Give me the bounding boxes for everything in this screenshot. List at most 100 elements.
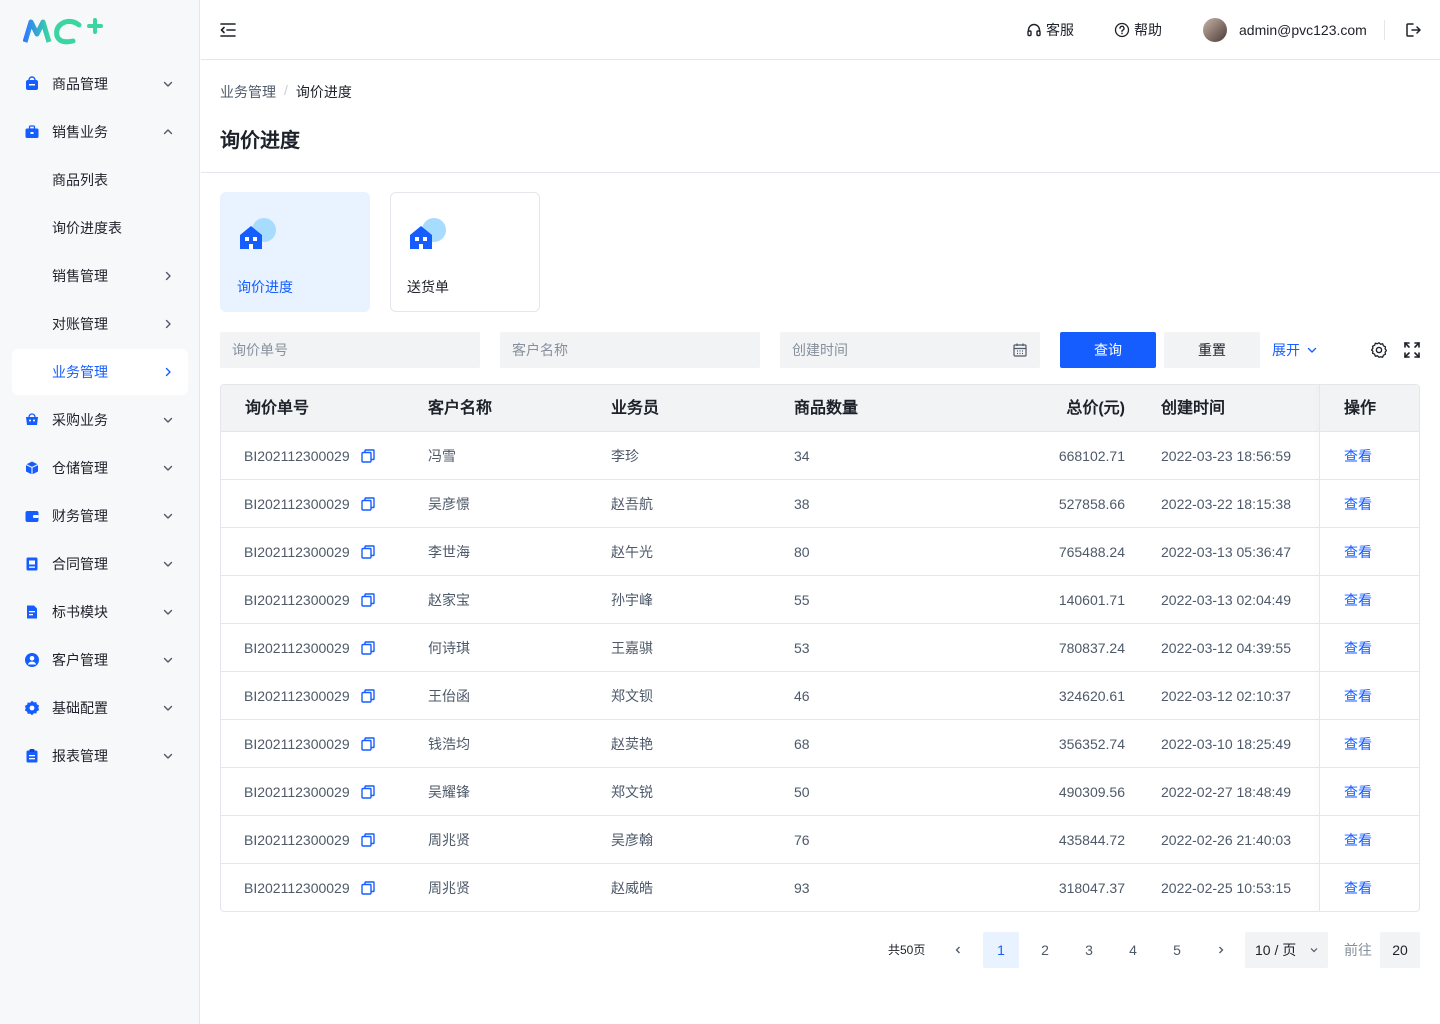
sidebar-item[interactable]: 采购业务 (0, 396, 200, 444)
page-button[interactable]: 5 (1159, 932, 1195, 968)
created-time-cell: 2022-02-26 21:40:03 (1161, 832, 1291, 848)
view-link[interactable]: 查看 (1344, 816, 1372, 864)
sidebar-item[interactable]: 合同管理 (0, 540, 200, 588)
page-button[interactable]: 3 (1071, 932, 1107, 968)
sales-cell: 郑文钡 (611, 688, 653, 704)
sidebar-item[interactable]: 商品列表 (0, 156, 200, 204)
quantity-cell: 50 (794, 784, 810, 800)
logout-icon[interactable] (1404, 21, 1422, 39)
total-price-cell: 324620.61 (1058, 688, 1125, 704)
order-no-cell: BI202112300029 (244, 624, 350, 672)
search-button[interactable]: 查询 (1060, 332, 1156, 368)
headset-icon (1027, 23, 1041, 37)
customer-name-input[interactable] (512, 342, 712, 358)
created-time-cell: 2022-03-10 18:25:49 (1161, 736, 1291, 752)
sidebar-item-label: 仓储管理 (52, 460, 108, 476)
copy-icon[interactable] (361, 785, 375, 799)
column-header: 创建时间 (1161, 400, 1226, 417)
chevron-right-icon (165, 271, 171, 281)
sidebar-item[interactable]: 基础配置 (0, 684, 200, 732)
copy-icon[interactable] (361, 449, 375, 463)
building-icon (410, 218, 446, 249)
column-header: 客户名称 (428, 400, 493, 417)
table-row: BI202112300029 吴耀锋 郑文锐 50 490309.56 2022… (221, 768, 1419, 816)
sidebar-item[interactable]: 报表管理 (0, 732, 200, 780)
view-link[interactable]: 查看 (1344, 768, 1372, 816)
copy-icon[interactable] (361, 497, 375, 511)
view-link[interactable]: 查看 (1344, 864, 1372, 911)
settings-icon[interactable] (1370, 341, 1388, 359)
menu-fold-icon[interactable] (219, 21, 237, 39)
mc-logo (23, 18, 103, 45)
sidebar-item[interactable]: 询价进度表 (0, 204, 200, 252)
page-button[interactable]: 1 (983, 932, 1019, 968)
view-link[interactable]: 查看 (1344, 576, 1372, 624)
sidebar-item[interactable]: 销售业务 (0, 108, 200, 156)
created-time-cell: 2022-03-12 02:10:37 (1161, 688, 1291, 704)
page-button[interactable]: 2 (1027, 932, 1063, 968)
copy-icon[interactable] (361, 641, 375, 655)
order-no-field[interactable] (220, 332, 480, 368)
sidebar-item[interactable]: 销售管理 (0, 252, 200, 300)
created-time-input[interactable] (792, 342, 992, 358)
customer-name-field[interactable] (500, 332, 760, 368)
sidebar-item[interactable]: 商品管理 (0, 60, 200, 108)
view-link[interactable]: 查看 (1344, 624, 1372, 672)
customer-service-link[interactable]: 客服 (1026, 0, 1074, 60)
view-link[interactable]: 查看 (1344, 672, 1372, 720)
view-link[interactable]: 查看 (1344, 720, 1372, 768)
calendar-icon[interactable] (1012, 342, 1028, 358)
card-inquiry-progress[interactable]: 询价进度 (220, 192, 370, 312)
chevron-left-icon (955, 946, 960, 954)
copy-icon[interactable] (361, 593, 375, 607)
top-header: 客服 帮助 admin@pvc123.com (201, 0, 1440, 60)
prev-page-button[interactable] (940, 932, 976, 968)
copy-icon[interactable] (361, 881, 375, 895)
order-no-input[interactable] (232, 342, 432, 358)
sales-cell: 赵午光 (611, 544, 653, 560)
quantity-cell: 53 (794, 640, 810, 656)
customer-cell: 李世海 (428, 544, 470, 560)
sidebar-item[interactable]: 标书模块 (0, 588, 200, 636)
user-menu[interactable]: admin@pvc123.com (1203, 0, 1367, 60)
created-time-cell: 2022-02-25 10:53:15 (1161, 880, 1291, 896)
reset-button[interactable]: 重置 (1164, 332, 1260, 368)
sales-cell: 赵威皓 (611, 880, 653, 896)
sidebar-item[interactable]: 仓储管理 (0, 444, 200, 492)
next-page-button[interactable] (1203, 932, 1239, 968)
help-link[interactable]: 帮助 (1114, 0, 1162, 60)
sidebar-item[interactable]: 财务管理 (0, 492, 200, 540)
breadcrumb-parent[interactable]: 业务管理 (220, 82, 276, 102)
chevron-down-icon (1310, 948, 1318, 953)
sidebar-menu: 商品管理 销售业务 商品列表 询价进度表 销售管理 对账管理 业务管理 采购业务仓储管理财务管… (0, 60, 200, 780)
column-header: 询价单号 (245, 400, 310, 417)
created-time-field[interactable] (780, 332, 1040, 368)
copy-icon[interactable] (361, 737, 375, 751)
total-price-cell: 668102.71 (1058, 448, 1125, 464)
sales-cell: 赵荬艳 (611, 736, 653, 752)
order-no-cell: BI202112300029 (244, 432, 350, 480)
created-time-cell: 2022-02-27 18:48:49 (1161, 784, 1291, 800)
copy-icon[interactable] (361, 545, 375, 559)
copy-icon[interactable] (361, 833, 375, 847)
sidebar-item[interactable]: 对账管理 (0, 300, 200, 348)
expand-toggle[interactable]: 展开 (1272, 332, 1318, 368)
sidebar-item-label: 标书模块 (52, 604, 108, 620)
sidebar-item[interactable]: 客户管理 (0, 636, 200, 684)
sidebar-item[interactable]: 业务管理 (12, 349, 188, 395)
customer-cell: 吴耀锋 (428, 784, 470, 800)
total-price-cell: 765488.24 (1058, 544, 1125, 560)
created-time-cell: 2022-03-13 05:36:47 (1161, 544, 1291, 560)
fullscreen-icon[interactable] (1403, 341, 1421, 359)
view-link[interactable]: 查看 (1344, 480, 1372, 528)
view-link[interactable]: 查看 (1344, 528, 1372, 576)
page-button[interactable]: 4 (1115, 932, 1151, 968)
card-delivery-note[interactable]: 送货单 (390, 192, 540, 312)
view-link[interactable]: 查看 (1344, 432, 1372, 480)
copy-icon[interactable] (361, 689, 375, 703)
goto-page-input[interactable]: 20 (1380, 932, 1420, 968)
page-size-select[interactable]: 10 / 页 (1245, 932, 1328, 968)
table-row: BI202112300029 周兆贤 赵威皓 93 318047.37 2022… (221, 864, 1419, 911)
chevron-down-icon (163, 81, 173, 87)
chevron-down-icon (163, 561, 173, 567)
